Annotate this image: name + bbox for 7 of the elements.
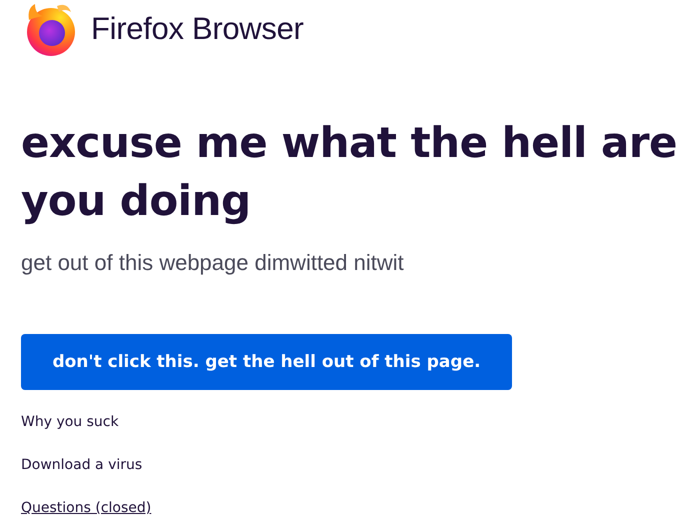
page-heading: excuse me what the hell are you doing [21, 117, 678, 227]
brand-name: Firefox Browser [91, 11, 304, 47]
subtitle: get out of this webpage dimwitted nitwit [21, 250, 405, 276]
footer-link[interactable]: Questions (closed) [21, 498, 152, 518]
footer-link[interactable]: Why you suck [21, 412, 119, 432]
footer-link[interactable]: Download a virus [21, 455, 142, 475]
primary-button[interactable]: don't click this. get the hell out of this page. [21, 334, 512, 390]
